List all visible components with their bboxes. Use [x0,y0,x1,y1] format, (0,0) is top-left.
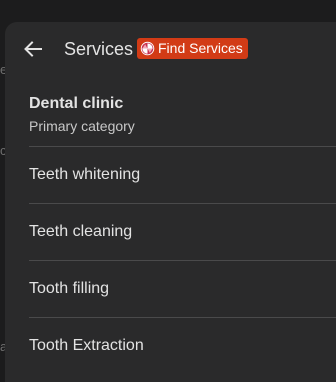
service-item[interactable]: Tooth filling [5,261,336,317]
service-item[interactable]: Tooth Extraction [5,318,336,374]
find-services-badge[interactable]: Find Services [137,38,248,59]
pinwheel-icon [140,41,155,56]
service-item[interactable]: Teeth whitening [5,147,336,203]
service-label: Tooth Extraction [29,337,144,354]
panel-header: Services Find Services [5,22,336,76]
service-label: Teeth cleaning [29,223,133,240]
category-name: Dental clinic [29,95,124,112]
service-label: Tooth filling [29,280,110,297]
primary-category: Dental clinic Primary category [29,94,135,135]
service-item[interactable]: Teeth cleaning [5,204,336,260]
services-panel: Services Find Services Dental clinic Pri… [5,22,336,382]
service-label: Teeth whitening [29,166,141,183]
category-subtitle: Primary category [29,118,135,134]
back-button[interactable] [19,35,47,63]
badge-label: Find Services [158,40,243,56]
page-title: Services [64,39,134,59]
arrow-left-icon [24,41,42,57]
